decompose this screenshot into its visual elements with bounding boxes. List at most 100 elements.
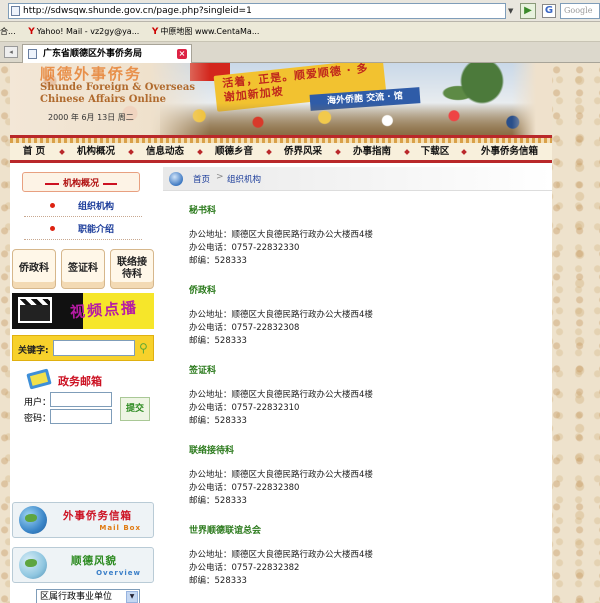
sidebar-item-functions[interactable]: 职能介绍: [24, 218, 142, 240]
bookmark-label: 合...: [0, 27, 16, 36]
bullet-icon: [50, 226, 55, 231]
main-nav: 首 页机构概况 信息动态 顺德乡音 侨界风采 办事指南 下载区 外事侨务信箱: [10, 135, 552, 163]
nav-item[interactable]: 顺德乡音: [203, 144, 265, 160]
department-postcode: 邮编：528333: [189, 256, 247, 266]
site-banner: 活着，正是。顺爱顺德 · 多谢加新加坡 海外侨胞 交流 · 馆 顺德外事侨务 S…: [10, 63, 552, 135]
dept-button-label: 侨政科: [19, 263, 49, 274]
home-icon: [169, 172, 183, 186]
overview-feature-link[interactable]: 顺德风貌 Overview: [12, 547, 154, 583]
google-icon[interactable]: G: [542, 4, 556, 18]
site-english-title: Chinese Affairs Online: [40, 94, 166, 105]
yahoo-icon: Y: [28, 27, 35, 37]
department-name: 签证科: [189, 366, 217, 376]
sidebar-item-label: 职能介绍: [78, 225, 115, 235]
mailbox-title: 政务邮箱: [58, 375, 102, 388]
username-field[interactable]: [50, 392, 112, 407]
department-phone: 办公电话：0757-22832330: [189, 243, 300, 253]
department-postcode: 邮编：528333: [189, 576, 247, 586]
district-units-select[interactable]: 区属行政事业单位 ▼: [36, 589, 140, 603]
department-address: 办公地址：顺德区大良德民路行政办公大楼西4楼: [189, 310, 373, 320]
feature-title: 顺德风貌: [71, 555, 117, 567]
username-label: 用户：: [24, 398, 52, 408]
close-icon[interactable]: ×: [177, 49, 187, 59]
department-name: 侨政科: [189, 286, 217, 296]
dept-button-visa[interactable]: 签证科: [61, 249, 105, 289]
diamond-icon: [127, 149, 134, 155]
breadcrumb-current[interactable]: 组织机构: [227, 173, 261, 185]
department-address: 办公地址：顺德区大良德民路行政办公大楼西4楼: [189, 550, 373, 560]
nav-item[interactable]: 外事侨务信箱: [467, 144, 552, 160]
password-field[interactable]: [50, 409, 112, 424]
tab-title: 广东省顺德区外事侨务局: [43, 49, 143, 59]
main-content: 首页 > 组织机构 秘书科 办公地址：顺德区大良德民路行政办公大楼西4楼 办公电话：…: [163, 167, 552, 603]
diamond-icon: [460, 149, 467, 155]
video-label: 视频点播: [69, 298, 139, 322]
nav-separator: [265, 144, 272, 160]
nav-item[interactable]: 信息动态: [134, 144, 196, 160]
keyword-input[interactable]: [53, 340, 135, 356]
bookmark-item[interactable]: 合...: [0, 27, 16, 36]
sidebar-header: 机构概况: [22, 172, 140, 192]
site-container: 活着，正是。顺爱顺德 · 多谢加新加坡 海外侨胞 交流 · 馆 顺德外事侨务 S…: [10, 63, 552, 603]
nav-separator: [334, 144, 341, 160]
sidebar: 机构概况 组织机构 职能介绍 侨政科 签证科 联络接待科 视频点播 关键字: ⚲…: [10, 167, 155, 603]
search-icon[interactable]: ⚲: [139, 340, 151, 356]
url-input[interactable]: http://sdwsqw.shunde.gov.cn/page.php?sin…: [8, 3, 506, 19]
banner-crowd: [160, 103, 552, 135]
clapperboard-icon: [18, 297, 52, 323]
nav-separator: [196, 144, 203, 160]
nav-separator: [460, 144, 467, 160]
password-label: 密码：: [24, 414, 52, 424]
feature-subtitle: Overview: [96, 569, 141, 577]
breadcrumb-separator: >: [216, 172, 224, 182]
dept-button-liaison[interactable]: 联络接待科: [110, 249, 154, 289]
page-viewport: 活着，正是。顺爱顺德 · 多谢加新加坡 海外侨胞 交流 · 馆 顺德外事侨务 S…: [0, 63, 600, 603]
nav-item[interactable]: 办事指南: [341, 144, 403, 160]
tab-list-icon[interactable]: ◂: [4, 46, 18, 58]
bookmarks-bar: 合... Y Yahoo! Mail - vz2gy@ya... Y 中原地图 ww…: [0, 22, 600, 42]
nav-item[interactable]: 下载区: [410, 144, 460, 160]
address-bar: http://sdwsqw.shunde.gov.cn/page.php?sin…: [0, 0, 600, 22]
department-phone: 办公电话：0757-22832380: [189, 483, 300, 493]
department-block: 签证科 办公地址：顺德区大良德民路行政办公大楼西4楼 办公电话：0757-22832…: [189, 363, 529, 428]
bookmark-label: 中原地图 www.CentaMa...: [160, 27, 260, 36]
dept-button-qiaozheng[interactable]: 侨政科: [12, 249, 56, 289]
bookmark-item[interactable]: Y Yahoo! Mail - vz2gy@ya...: [28, 27, 139, 37]
nav-item[interactable]: 首 页: [10, 144, 58, 160]
sidebar-item-org[interactable]: 组织机构: [24, 195, 142, 217]
department-name: 世界顺德联谊总会: [189, 526, 262, 536]
gov-mailbox-login: 政务邮箱 用户： 密码： 提交: [12, 367, 154, 439]
yahoo-icon: Y: [151, 27, 159, 37]
site-english-title: Shunde Foreign & Overseas: [40, 82, 196, 93]
department-block: 世界顺德联谊总会办公地址：顺德区大良德民路行政办公大楼西4楼 办公电话：0757-…: [189, 523, 529, 588]
play-arrow-icon[interactable]: ▶: [520, 3, 536, 19]
breadcrumb-home[interactable]: 首页: [193, 173, 210, 185]
tab-active[interactable]: 广东省顺德区外事侨务局 ×: [22, 44, 192, 63]
nav-item[interactable]: 机构概况: [65, 144, 127, 160]
mailbox-feature-link[interactable]: 外事侨务信箱 Mail Box: [12, 502, 154, 538]
department-block: 侨政科 办公地址：顺德区大良德民路行政办公大楼西4楼 办公电话：0757-22832…: [189, 283, 529, 348]
nav-item[interactable]: 侨界风采: [272, 144, 334, 160]
bookmark-item[interactable]: Y 中原地图 www.CentaMa...: [151, 27, 260, 37]
department-postcode: 邮编：528333: [189, 336, 247, 346]
url-text: http://sdwsqw.shunde.gov.cn/page.php?sin…: [23, 6, 252, 16]
chevron-down-icon: ▼: [126, 591, 138, 603]
diamond-icon: [58, 149, 65, 155]
dept-button-label: 联络接待科: [117, 257, 147, 280]
url-dropdown-icon[interactable]: ▼: [508, 4, 516, 18]
sidebar-header-label: 机构概况: [23, 176, 139, 189]
feature-subtitle: Mail Box: [99, 524, 141, 532]
department-address: 办公地址：顺德区大良德民路行政办公大楼西4楼: [189, 390, 373, 400]
department-phone: 办公电话：0757-22832382: [189, 563, 300, 573]
nav-separator: [403, 144, 410, 160]
search-input[interactable]: Google: [560, 3, 600, 19]
submit-button[interactable]: 提交: [120, 397, 150, 421]
video-on-demand-banner[interactable]: 视频点播: [12, 293, 154, 329]
department-block: 秘书科 办公地址：顺德区大良德民路行政办公大楼西4楼 办公电话：0757-22832…: [189, 203, 529, 268]
dept-button-label: 签证科: [68, 263, 98, 274]
diamond-icon: [265, 149, 272, 155]
diamond-icon: [196, 149, 203, 155]
